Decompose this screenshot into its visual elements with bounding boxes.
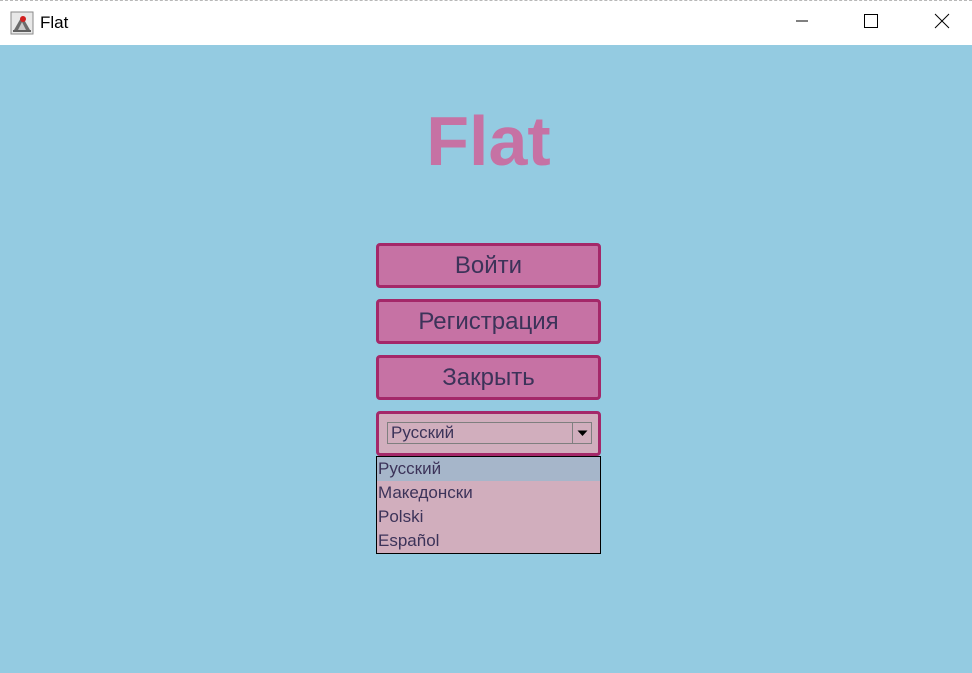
title-bar[interactable]: Flat <box>0 0 972 45</box>
maximize-button[interactable] <box>848 1 894 45</box>
close-window-button[interactable] <box>919 1 965 45</box>
language-option-macedonian[interactable]: Македонски <box>377 481 600 505</box>
minimize-button[interactable] <box>779 1 825 45</box>
app-heading: Flat <box>426 102 551 180</box>
main-content: Flat Войти Регистрация Закрыть Русский Р… <box>0 45 972 673</box>
maximize-icon <box>863 13 879 34</box>
window-title: Flat <box>40 13 69 32</box>
login-button[interactable]: Войти <box>376 243 601 288</box>
language-dropdown-list: Русский Македонски Polski Español <box>376 456 601 554</box>
dropdown-arrow-button[interactable] <box>572 423 591 443</box>
language-option-spanish[interactable]: Español <box>377 529 600 553</box>
language-select[interactable]: Русский <box>387 422 592 444</box>
register-button[interactable]: Регистрация <box>376 299 601 344</box>
app-window: Flat Flat Войти Регистрация Закрыть Русс… <box>0 0 972 673</box>
language-panel: Русский <box>376 411 601 456</box>
close-icon <box>934 13 950 34</box>
language-select-value: Русский <box>391 423 455 442</box>
close-button[interactable]: Закрыть <box>376 355 601 400</box>
chevron-down-icon <box>577 424 588 442</box>
language-option-polish[interactable]: Polski <box>377 505 600 529</box>
minimize-icon <box>794 13 810 34</box>
language-option-russian[interactable]: Русский <box>377 457 600 481</box>
java-app-icon <box>10 11 34 35</box>
